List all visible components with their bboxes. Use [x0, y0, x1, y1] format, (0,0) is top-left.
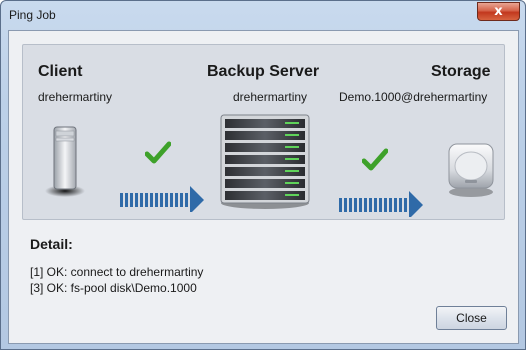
detail-line: [3] OK: fs-pool disk\Demo.1000 [30, 281, 197, 295]
client-link-check-icon [145, 141, 171, 164]
server-to-storage-arrow [339, 191, 423, 217]
server-title: Backup Server [207, 63, 320, 80]
storage-link-check-icon [362, 148, 388, 171]
window-close-icon[interactable]: x [477, 2, 520, 21]
window-title: Ping Job [9, 8, 56, 22]
detail-heading: Detail: [30, 236, 73, 252]
storage-disk-icon [448, 143, 494, 197]
dialog-body: Client drehermartiny Backup Server drehe… [8, 30, 519, 344]
client-computer-icon [45, 126, 85, 197]
client-name: drehermartiny [38, 90, 113, 104]
client-title: Client [38, 63, 83, 80]
server-name: drehermartiny [233, 90, 308, 104]
ping-job-dialog: Ping Job x Client drehermartiny Backup S… [0, 0, 526, 350]
title-bar[interactable]: Ping Job x [1, 1, 525, 29]
storage-name: Demo.1000@drehermartiny [339, 90, 488, 104]
backup-server-icon [220, 114, 310, 209]
client-to-server-arrow [120, 186, 204, 212]
storage-title: Storage [431, 63, 491, 80]
topology-panel: Client drehermartiny Backup Server drehe… [22, 44, 505, 220]
detail-line: [1] OK: connect to drehermartiny [30, 265, 204, 279]
close-button[interactable]: Close [436, 306, 507, 330]
